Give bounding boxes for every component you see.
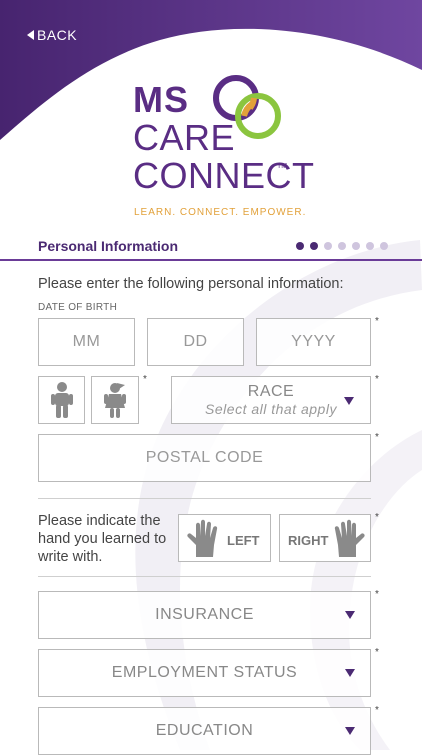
handedness-prompt-line: Please indicate the — [38, 513, 161, 529]
employment-status-select[interactable]: EMPLOYMENT STATUS — [38, 649, 371, 697]
required-mark: * — [375, 647, 379, 658]
required-mark: * — [375, 589, 379, 600]
dob-month-input[interactable]: MM — [38, 318, 135, 366]
required-mark: * — [143, 374, 147, 385]
postal-code-input[interactable]: POSTAL CODE — [38, 434, 371, 482]
logo-connect: CONNECT — [133, 155, 315, 196]
male-button[interactable] — [38, 376, 85, 424]
insurance-label: INSURANCE — [155, 606, 254, 623]
section-title: Personal Information — [38, 238, 179, 254]
left-hand-label: LEFT — [227, 533, 260, 548]
progress-dots — [296, 242, 388, 250]
left-hand-icon — [187, 519, 218, 557]
logo-trademark: TM — [277, 163, 288, 170]
section-divider — [38, 498, 371, 499]
progress-dot — [380, 242, 388, 250]
dob-day-placeholder: DD — [183, 333, 208, 350]
education-label: EDUCATION — [155, 722, 254, 739]
race-sub-label: Select all that apply — [205, 401, 337, 418]
back-label: BACK — [37, 27, 78, 43]
back-triangle-icon — [27, 30, 34, 40]
chevron-down-icon — [345, 727, 355, 735]
form-instruction: Please enter the following personal info… — [38, 276, 344, 292]
race-label: RACE — [247, 382, 295, 400]
progress-dot — [352, 242, 360, 250]
dob-day-input[interactable]: DD — [147, 318, 244, 366]
male-icon — [50, 382, 73, 418]
education-select[interactable]: EDUCATION — [38, 707, 371, 755]
progress-dot — [296, 242, 304, 250]
race-select[interactable]: RACE Select all that apply — [171, 376, 371, 424]
female-icon — [104, 383, 126, 418]
logo-rings-icon — [213, 75, 281, 139]
progress-dot — [310, 242, 318, 250]
logo-ms: MS — [133, 79, 189, 120]
handedness-prompt: Please indicate the hand you learned to … — [38, 512, 166, 566]
progress-dot — [366, 242, 374, 250]
dob-label: DATE OF BIRTH — [38, 302, 118, 313]
chevron-down-icon — [345, 669, 355, 677]
back-button[interactable]: BACK — [27, 27, 77, 43]
right-hand-button[interactable]: RIGHT — [279, 514, 371, 562]
dob-year-input[interactable]: YYYY — [256, 318, 371, 366]
handedness-prompt-line: write with. — [38, 549, 103, 565]
chevron-down-icon — [345, 611, 355, 619]
handedness-prompt-line: hand you learned to — [38, 531, 167, 547]
left-hand-button[interactable]: LEFT — [178, 514, 271, 562]
right-hand-label: RIGHT — [288, 533, 329, 548]
female-button[interactable] — [91, 376, 139, 424]
dob-month-placeholder: MM — [72, 333, 101, 350]
required-mark: * — [375, 374, 379, 385]
required-mark: * — [375, 316, 379, 327]
employment-status-label: EMPLOYMENT STATUS — [111, 664, 298, 681]
logo-tagline: LEARN. CONNECT. EMPOWER. — [134, 207, 307, 218]
section-divider — [0, 259, 422, 261]
required-mark: * — [375, 705, 379, 716]
right-hand-icon — [334, 519, 365, 557]
required-mark: * — [375, 432, 379, 443]
postal-code-placeholder: POSTAL CODE — [145, 449, 264, 466]
progress-dot — [324, 242, 332, 250]
chevron-down-icon — [344, 397, 354, 405]
required-mark: * — [375, 512, 379, 523]
section-divider — [38, 576, 371, 577]
insurance-select[interactable]: INSURANCE — [38, 591, 371, 639]
progress-dot — [338, 242, 346, 250]
dob-year-placeholder: YYYY — [291, 333, 336, 350]
